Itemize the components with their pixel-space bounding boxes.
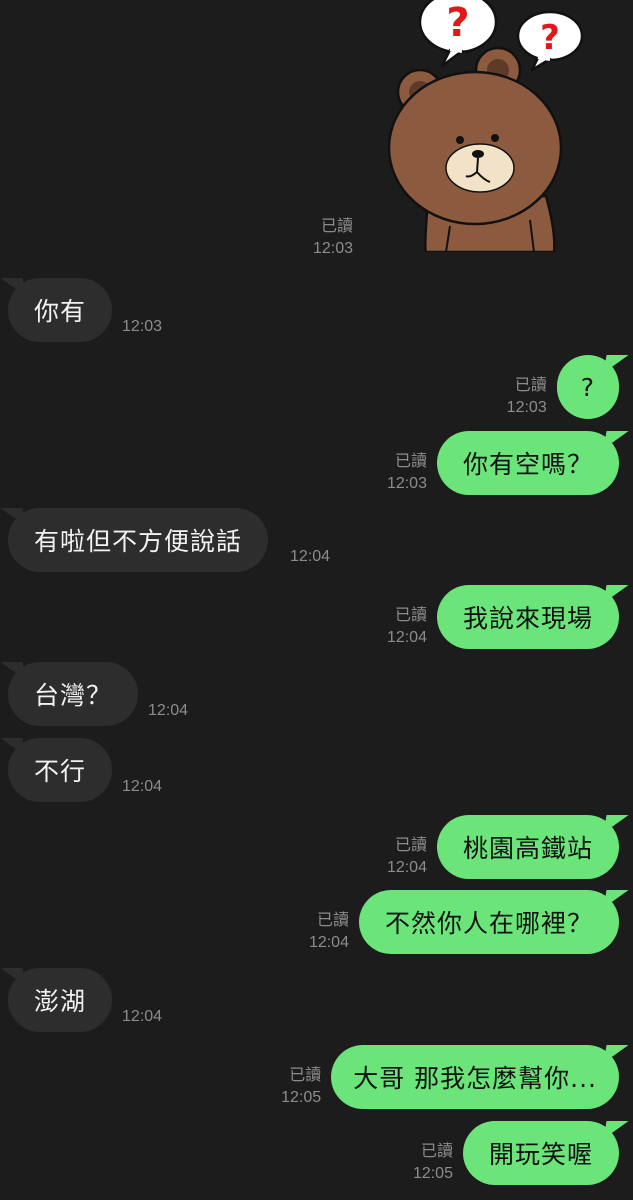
message-row-sent: 已讀 12:04 桃園高鐵站: [387, 815, 629, 879]
timestamp: 12:04: [386, 859, 427, 876]
message-bubble-sent[interactable]: 開玩笑喔: [462, 1121, 629, 1185]
message-text: 澎湖: [34, 987, 87, 1016]
message-bubble-received[interactable]: 有啦但不方便說話: [0, 508, 269, 572]
message-meta: 12:04: [122, 1006, 162, 1028]
message-row-received: 澎湖 12:04: [0, 968, 162, 1032]
message-bubble-received[interactable]: 台灣？: [0, 662, 139, 726]
message-text: 有啦但不方便說話: [34, 527, 243, 556]
message-meta: 12:03: [122, 316, 162, 338]
message-bubble-sent[interactable]: ?: [556, 355, 629, 419]
bear-question-sticker-icon[interactable]: ? ?: [380, 0, 590, 252]
message-row-received: 台灣？ 12:04: [0, 662, 188, 726]
message-text: ?: [580, 372, 595, 402]
message-row-sent: 已讀 12:03 你有空嗎？: [387, 431, 629, 495]
timestamp: 12:04: [148, 702, 189, 719]
timestamp: 12:03: [312, 240, 353, 257]
message-text: 不行: [34, 757, 87, 786]
message-text: 大哥 那我怎麼幫你...: [353, 1064, 597, 1093]
timestamp: 12:03: [122, 318, 163, 335]
timestamp: 12:03: [386, 475, 427, 492]
message-text: 我說來現場: [462, 604, 593, 633]
message-row-sent: 已讀 12:05 開玩笑喔: [413, 1121, 629, 1185]
read-receipt: 已讀: [514, 377, 547, 394]
timestamp: 12:05: [412, 1165, 453, 1182]
read-receipt: 已讀: [420, 1143, 453, 1160]
message-row-sent: 已讀 12:05 大哥 那我怎麼幫你...: [281, 1045, 629, 1109]
read-receipt: 已讀: [394, 453, 427, 470]
svg-text:?: ?: [446, 0, 469, 46]
message-bubble-sent[interactable]: 你有空嗎？: [436, 431, 629, 495]
sticker-meta: 已讀 12:03: [313, 216, 353, 260]
message-bubble-sent[interactable]: 我說來現場: [436, 585, 629, 649]
timestamp: 12:04: [290, 548, 331, 565]
message-meta: 12:04: [122, 776, 162, 798]
chat-thread[interactable]: ? ? 已讀 12:03 你有 12:03 已讀 12:03 ? 已讀 12:0…: [0, 0, 633, 1200]
message-row-sent: 已讀 12:03 ?: [507, 355, 629, 419]
message-text: 開玩笑喔: [488, 1140, 593, 1169]
message-bubble-received[interactable]: 你有: [0, 278, 113, 342]
message-bubble-received[interactable]: 不行: [0, 738, 113, 802]
read-receipt: 已讀: [289, 1067, 322, 1084]
message-meta: 12:04: [290, 546, 330, 568]
message-text: 你有: [34, 297, 87, 326]
message-text: 桃園高鐵站: [462, 834, 593, 863]
message-row-received: 有啦但不方便說話 12:04: [0, 508, 330, 572]
message-meta: 已讀 12:03: [507, 375, 547, 419]
message-meta: 已讀 12:03: [387, 451, 427, 495]
message-bubble-sent[interactable]: 桃園高鐵站: [436, 815, 629, 879]
timestamp: 12:04: [122, 1008, 163, 1025]
message-text: 你有空嗎？: [462, 450, 593, 479]
message-meta: 已讀 12:04: [309, 910, 349, 954]
read-receipt: 已讀: [320, 218, 353, 235]
timestamp: 12:03: [506, 399, 547, 416]
read-receipt: 已讀: [394, 837, 427, 854]
timestamp: 12:04: [122, 778, 163, 795]
message-text: 台灣？: [34, 681, 113, 710]
message-row-received: 不行 12:04: [0, 738, 162, 802]
message-meta: 12:04: [148, 700, 188, 722]
message-row-sent: 已讀 12:04 我說來現場: [387, 585, 629, 649]
timestamp: 12:05: [281, 1089, 322, 1106]
timestamp: 12:04: [386, 629, 427, 646]
svg-text:?: ?: [540, 18, 560, 58]
timestamp: 12:04: [308, 934, 349, 951]
message-meta: 已讀 12:04: [387, 835, 427, 879]
message-meta: 已讀 12:05: [413, 1141, 453, 1185]
message-bubble-received[interactable]: 澎湖: [0, 968, 113, 1032]
message-text: 不然你人在哪裡？: [384, 909, 593, 938]
message-row-sent: 已讀 12:04 不然你人在哪裡？: [309, 890, 629, 954]
message-bubble-sent[interactable]: 大哥 那我怎麼幫你...: [331, 1045, 629, 1109]
message-row-received: 你有 12:03: [0, 278, 162, 342]
read-receipt: 已讀: [316, 912, 349, 929]
read-receipt: 已讀: [394, 607, 427, 624]
message-meta: 已讀 12:04: [387, 605, 427, 649]
message-meta: 已讀 12:05: [281, 1065, 321, 1109]
message-bubble-sent[interactable]: 不然你人在哪裡？: [358, 890, 629, 954]
